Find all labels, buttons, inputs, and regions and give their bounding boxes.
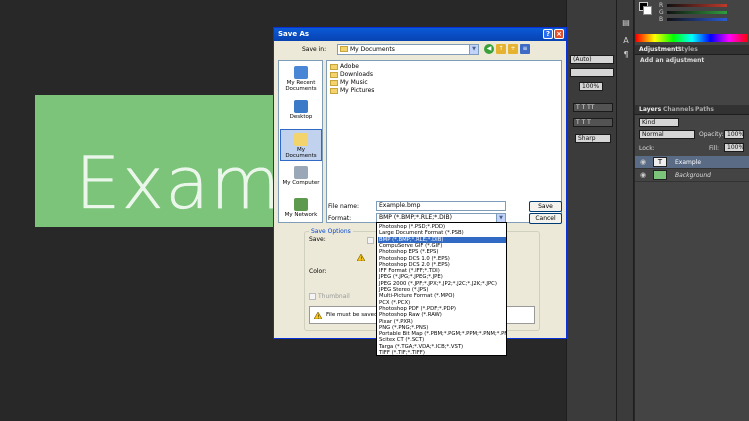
history-icon[interactable]: ▤ — [621, 18, 631, 28]
file-list[interactable]: Adobe Downloads My Music My Pictures — [326, 60, 562, 223]
text-style-buttons-2[interactable]: T T T — [573, 118, 613, 127]
tab-paths[interactable]: Paths — [695, 106, 714, 113]
views-menu-icon[interactable]: ≡ — [520, 44, 530, 54]
svg-text:!: ! — [317, 314, 319, 319]
place-desktop[interactable]: Desktop — [280, 97, 322, 129]
file-name-label: File name: — [328, 203, 359, 210]
save-label: Save: — [309, 236, 326, 243]
green-slider[interactable] — [667, 11, 727, 14]
save-options-legend: Save Options — [309, 228, 353, 235]
adjustments-tabbar: Adjustments Styles — [635, 45, 749, 55]
layer-thumbnail — [653, 170, 667, 180]
tracking-field[interactable] — [570, 68, 614, 77]
folder-icon — [330, 72, 338, 78]
list-item[interactable]: Downloads — [330, 71, 373, 79]
save-in-select[interactable]: My Documents ▼ — [337, 44, 479, 55]
back-icon[interactable]: ◀ — [484, 44, 494, 54]
place-my-computer[interactable]: My Computer — [280, 163, 322, 195]
scale-field[interactable]: 100% — [579, 82, 603, 91]
folder-icon — [330, 64, 338, 70]
red-slider[interactable] — [667, 4, 727, 7]
color-label: Color: — [309, 268, 327, 275]
leading-field[interactable]: (Auto) — [570, 55, 614, 64]
opacity-label: Opacity: — [699, 131, 724, 138]
my-computer-icon — [294, 166, 308, 179]
dialog-titlebar[interactable]: Save As ? × — [274, 28, 566, 41]
new-folder-icon[interactable]: + — [508, 44, 518, 54]
paragraph-icon[interactable]: ¶ — [621, 50, 631, 60]
recent-documents-icon — [294, 66, 308, 79]
warning-icon: ! — [357, 254, 365, 261]
layer-name: Example — [675, 159, 702, 166]
up-folder-icon[interactable]: ↑ — [496, 44, 506, 54]
tab-channels[interactable]: Channels — [663, 106, 694, 113]
layers-tabbar: Layers Channels Paths — [635, 105, 749, 115]
text-layer-icon: T — [653, 157, 667, 167]
opacity-field[interactable]: 100% — [724, 130, 744, 139]
right-panels: R G B Adjustments Styles Add an adjustme… — [635, 0, 749, 421]
tab-layers[interactable]: Layers — [639, 106, 661, 113]
folder-icon — [330, 88, 338, 94]
tab-adjustments[interactable]: Adjustments — [639, 46, 682, 53]
list-item[interactable]: My Pictures — [330, 87, 374, 95]
folder-icon — [340, 46, 348, 52]
eye-icon[interactable]: ◉ — [640, 158, 646, 166]
close-button[interactable]: × — [554, 29, 564, 39]
layer-row[interactable]: ◉ Background — [635, 169, 749, 182]
layer-filter-kind[interactable]: Kind — [639, 118, 679, 127]
kind-label: Kind — [642, 119, 656, 126]
green-label: G — [659, 9, 664, 16]
file-name-input[interactable]: Example.bmp — [376, 201, 506, 211]
layer-row[interactable]: ◉ T Example — [635, 156, 749, 169]
svg-text:!: ! — [360, 256, 362, 261]
antialias-select[interactable]: Sharp — [575, 134, 611, 143]
add-adjustment-label: Add an adjustment — [640, 57, 705, 64]
thumbnail-label: Thumbnail — [318, 293, 350, 300]
place-my-documents[interactable]: My Documents — [280, 129, 322, 161]
fill-field[interactable]: 100% — [724, 143, 744, 152]
my-network-icon — [294, 198, 308, 211]
format-label: Format: — [328, 215, 352, 222]
blue-label: B — [659, 16, 664, 23]
document-canvas[interactable]: Exam — [35, 95, 280, 227]
save-in-label: Save in: — [302, 46, 327, 53]
help-button[interactable]: ? — [543, 29, 553, 39]
text-style-buttons[interactable]: T T TT — [573, 103, 613, 112]
desktop-icon — [294, 100, 308, 113]
list-item[interactable]: My Music — [330, 79, 368, 87]
background-color-swatch[interactable] — [643, 6, 652, 15]
save-in-value: My Documents — [350, 46, 395, 53]
my-documents-icon — [294, 133, 308, 146]
format-option[interactable]: TIFF (*.TIF;*.TIFF) — [378, 350, 506, 357]
cancel-button[interactable]: Cancel — [529, 213, 562, 224]
character-options-strip: (Auto) 100% T T TT T T T Sharp — [566, 0, 616, 421]
eye-icon[interactable]: ◉ — [640, 171, 646, 179]
format-value: BMP (*.BMP;*.RLE;*.DIB) — [379, 214, 452, 221]
list-item[interactable]: Adobe — [330, 63, 359, 71]
color-spectrum[interactable] — [636, 34, 748, 42]
save-checkbox[interactable] — [367, 237, 374, 244]
place-recent-documents[interactable]: My Recent Documents — [280, 63, 322, 95]
character-icon[interactable]: A — [621, 36, 631, 46]
layer-name: Background — [675, 172, 711, 179]
folder-icon — [330, 80, 338, 86]
format-dropdown-list[interactable]: Photoshop (*.PSD;*.PDD) Large Document Fo… — [376, 222, 507, 356]
warning-icon: ! — [314, 312, 322, 319]
places-bar: My Recent Documents Desktop My Documents… — [278, 60, 323, 223]
dialog-title: Save As — [278, 30, 310, 38]
canvas-text-layer: Exam — [75, 141, 280, 225]
place-my-network[interactable]: My Network — [280, 195, 322, 227]
tab-styles[interactable]: Styles — [677, 46, 698, 53]
panel-icon-strip: ▤ A ¶ — [616, 0, 634, 421]
save-button[interactable]: Save — [529, 201, 562, 212]
thumbnail-checkbox[interactable] — [309, 293, 316, 300]
fill-label: Fill: — [709, 145, 720, 152]
blue-slider[interactable] — [667, 18, 727, 21]
blend-mode-select[interactable]: Normal — [639, 130, 695, 139]
red-label: R — [659, 2, 664, 9]
lock-label: Lock: — [639, 145, 655, 152]
chevron-down-icon: ▼ — [469, 45, 478, 54]
